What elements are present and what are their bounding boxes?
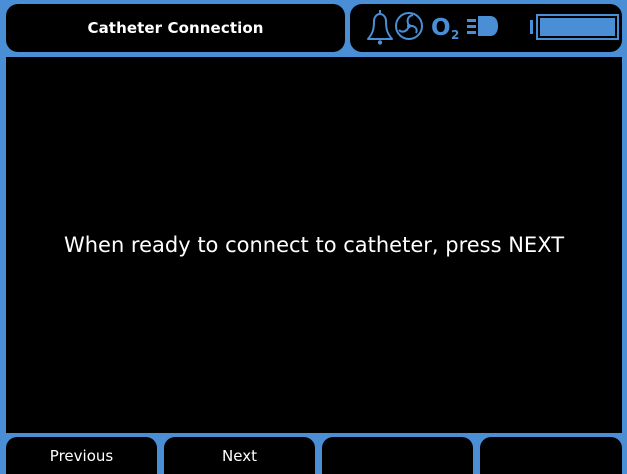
oxygen-icon: O 2	[431, 15, 459, 42]
ac-power-plug-icon	[467, 16, 498, 36]
next-button[interactable]: Next	[164, 437, 315, 474]
status-icons: O 2	[367, 10, 619, 45]
oxygen-subscript: 2	[451, 28, 459, 42]
alarm-bell-icon	[367, 10, 393, 45]
status-bar: O 2	[350, 4, 622, 52]
softkey-3-button[interactable]	[322, 437, 473, 474]
oxygen-label: O	[431, 15, 451, 41]
device-screen: Catheter Connection O 2 When ready to co…	[0, 0, 627, 474]
main-content: When ready to connect to catheter, press…	[6, 57, 622, 433]
softkey-4-button[interactable]	[480, 437, 622, 474]
instruction-message: When ready to connect to catheter, press…	[63, 233, 565, 257]
battery-icon	[530, 14, 619, 40]
title-bar: Catheter Connection	[6, 4, 345, 52]
previous-button[interactable]: Previous	[6, 437, 157, 474]
fan-icon	[395, 12, 423, 40]
screen-title: Catheter Connection	[87, 19, 264, 37]
